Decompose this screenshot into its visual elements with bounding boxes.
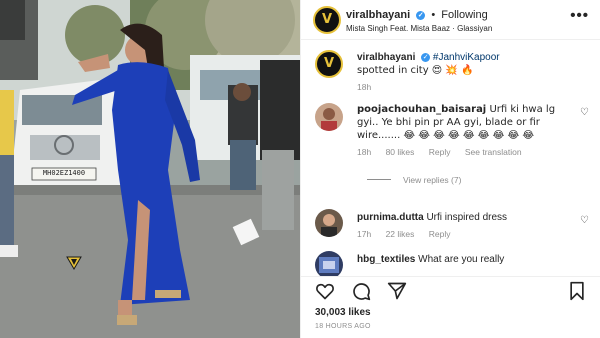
view-replies-label: View replies (7) bbox=[403, 175, 462, 185]
audio-track[interactable]: Mista Singh Feat. Mista Baaz · Glassiyan bbox=[346, 24, 492, 33]
caption-age: 18h bbox=[357, 82, 372, 92]
comment-body-3: hbg_textiles What are you really bbox=[357, 253, 577, 266]
caption-line-1: viralbhayani ✓ #JanhviKapoor bbox=[357, 51, 587, 64]
comment-row-3: hbg_textiles What are you really bbox=[357, 253, 577, 266]
comment-row-2: purnima.dutta Urfi inspired dress 17h 22… bbox=[357, 211, 577, 239]
watermark-logo-icon bbox=[66, 256, 82, 270]
comment-username-3[interactable]: hbg_textiles bbox=[357, 254, 415, 265]
likes-count[interactable]: 30,003 likes bbox=[315, 307, 371, 318]
separator-dot: • bbox=[431, 9, 436, 21]
comment-age-1: 18h bbox=[357, 147, 372, 157]
reply-button-2[interactable]: Reply bbox=[429, 229, 451, 239]
post-header: V viralbhayani ✓ • Following Mista Singh… bbox=[301, 0, 600, 40]
author-username[interactable]: viralbhayani bbox=[346, 9, 410, 21]
comment-text-2: Urfi inspired dress bbox=[426, 212, 508, 223]
car-license-plate: MH02EZ1400 bbox=[34, 169, 94, 177]
comment-text-3: What are you really bbox=[418, 254, 505, 265]
avatar-logo-icon: V bbox=[321, 12, 333, 27]
like-comment-icon[interactable]: ♡ bbox=[580, 107, 589, 118]
comment-icon[interactable] bbox=[351, 281, 371, 301]
caption-text: spotted in city 😍 💥 🔥 bbox=[357, 65, 474, 76]
post-media[interactable]: MH02EZ1400 bbox=[0, 0, 300, 338]
commenter-avatar[interactable] bbox=[315, 103, 343, 131]
more-options-icon[interactable]: ••• bbox=[570, 7, 589, 24]
car-plate-text: MH02EZ1400 bbox=[42, 169, 86, 177]
comment-body-2: purnima.dutta Urfi inspired dress bbox=[357, 211, 577, 224]
view-replies-link[interactable]: View replies (7) bbox=[357, 175, 577, 185]
follow-status-button[interactable]: Following bbox=[441, 9, 487, 21]
comment-age-2: 17h bbox=[357, 229, 372, 239]
like-comment-icon[interactable]: ♡ bbox=[580, 215, 589, 226]
caption-row: viralbhayani ✓ #JanhviKapoor spotted in … bbox=[357, 51, 587, 92]
comment-likes-2[interactable]: 22 likes bbox=[386, 229, 415, 239]
comment-meta-1: 18h 80 likes Reply See translation bbox=[357, 147, 577, 157]
view-replies-line bbox=[367, 179, 391, 180]
comment-row-1: poojachouhan_baisaraj Urfi ki hwa lg gyi… bbox=[357, 103, 577, 185]
save-bookmark-icon[interactable] bbox=[567, 281, 587, 301]
comment-body-1: poojachouhan_baisaraj Urfi ki hwa lg gyi… bbox=[357, 103, 577, 142]
share-send-icon[interactable] bbox=[387, 281, 407, 301]
see-translation-link[interactable]: See translation bbox=[465, 147, 522, 157]
comment-username-1[interactable]: poojachouhan_baisaraj bbox=[357, 104, 486, 115]
comment-likes-1[interactable]: 80 likes bbox=[386, 147, 415, 157]
post-actions: 30,003 likes 18 HOURS AGO bbox=[301, 276, 600, 338]
profile-photo-icon bbox=[321, 214, 337, 237]
caption-username[interactable]: viralbhayani bbox=[357, 52, 415, 63]
avatar-logo-icon: V bbox=[323, 56, 335, 71]
profile-photo-icon bbox=[321, 108, 337, 131]
caption-hashtag[interactable]: #JanhviKapoor bbox=[433, 52, 500, 63]
header-user-line: viralbhayani ✓ • Following bbox=[346, 9, 488, 21]
like-heart-icon[interactable] bbox=[315, 281, 335, 301]
comment-username-2[interactable]: purnima.dutta bbox=[357, 212, 424, 223]
post-timestamp: 18 HOURS AGO bbox=[315, 323, 371, 330]
comments-section[interactable]: V viralbhayani ✓ #JanhviKapoor spotted i… bbox=[301, 41, 600, 276]
caption-avatar[interactable]: V bbox=[315, 50, 343, 78]
verified-icon: ✓ bbox=[421, 53, 431, 62]
comment-meta-2: 17h 22 likes Reply bbox=[357, 229, 577, 239]
commenter-avatar[interactable] bbox=[315, 251, 343, 276]
reply-button-1[interactable]: Reply bbox=[429, 147, 451, 157]
profile-photo-icon bbox=[319, 257, 339, 273]
commenter-avatar[interactable] bbox=[315, 209, 343, 237]
verified-icon: ✓ bbox=[416, 11, 426, 20]
author-avatar[interactable]: V bbox=[313, 6, 341, 34]
post-panel: V viralbhayani ✓ • Following Mista Singh… bbox=[300, 0, 600, 338]
